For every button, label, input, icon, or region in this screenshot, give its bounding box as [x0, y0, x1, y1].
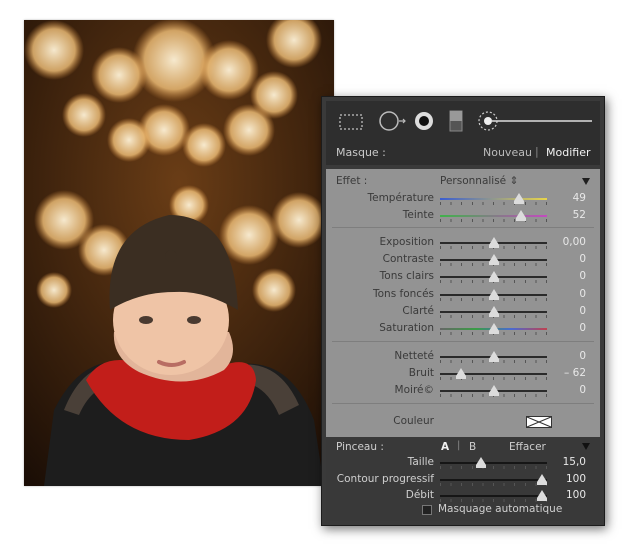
slider-label: Tons clairs [379, 270, 434, 283]
mask-label: Masque : [336, 146, 386, 159]
slider-track[interactable] [440, 288, 547, 301]
marquee-icon[interactable] [338, 113, 364, 131]
slider-thumb[interactable] [488, 305, 499, 317]
slider-track[interactable] [440, 385, 547, 397]
color-swatch-icon[interactable] [526, 416, 552, 428]
slider-row: Bruit – 62 [326, 366, 600, 382]
slider-thumb[interactable] [536, 473, 547, 485]
slider-thumb[interactable] [456, 368, 467, 379]
slider-label: Contour progressif [336, 472, 434, 485]
brush-b-button[interactable]: B [469, 441, 476, 453]
mask-bar: Masque : Nouveau | Modifier [326, 141, 600, 165]
slider-label: Clarté [402, 304, 434, 317]
slider-value[interactable]: 0 [579, 350, 586, 362]
slider-track[interactable] [440, 457, 547, 469]
slider-value[interactable]: 15,0 [563, 456, 586, 468]
slider-track[interactable] [440, 473, 547, 486]
slider-row: Contraste 0 [326, 252, 600, 268]
slider-row: Taille 15,0 [326, 455, 600, 471]
slider-thumb[interactable] [488, 323, 499, 334]
slider-thumb[interactable] [488, 351, 499, 362]
slider-label: Teinte [402, 209, 434, 221]
portrait-photo [24, 20, 334, 486]
slider-label: Tons foncés [373, 287, 434, 300]
red-eye-icon[interactable] [412, 110, 436, 132]
slider-track[interactable] [440, 368, 547, 380]
effect-preset-select[interactable]: Personnalisé ⇕ [440, 175, 518, 187]
slider-thumb[interactable] [536, 490, 547, 501]
brush-a-button[interactable]: A [441, 441, 449, 453]
slider-value[interactable]: 49 [573, 192, 586, 204]
slider-thumb[interactable] [488, 237, 499, 248]
slider-row: Clarté 0 [326, 304, 600, 320]
automask-checkbox[interactable] [422, 505, 432, 515]
slider-thumb[interactable] [488, 254, 499, 266]
slider-row: Débit 100 [326, 488, 600, 504]
tool-strip [326, 101, 600, 142]
collapse-brush-icon[interactable] [582, 443, 590, 450]
slider-label: Débit [405, 489, 434, 501]
slider-label: Bruit [408, 367, 434, 379]
brush-erase-button[interactable]: Effacer [509, 441, 546, 453]
adjustment-brush-icon[interactable] [476, 109, 596, 133]
slider-thumb[interactable] [514, 193, 525, 204]
new-mask-button[interactable]: Nouveau [483, 146, 532, 159]
slider-label: Moiré© [394, 384, 434, 396]
slider-row: Exposition 0,00 [326, 235, 600, 251]
slider-thumb[interactable] [488, 271, 499, 283]
slider-value[interactable]: 52 [573, 209, 586, 221]
slider-label: Exposition [379, 236, 434, 248]
slider-label: Netteté [394, 350, 434, 362]
slider-value[interactable]: 0 [579, 270, 586, 282]
slider-value[interactable]: 0 [579, 322, 586, 334]
slider-thumb[interactable] [516, 210, 527, 221]
slider-row: Netteté 0 [326, 349, 600, 365]
slider-row: Teinte 52 [326, 208, 600, 224]
slider-label: Température [367, 192, 434, 204]
slider-label: Contraste [382, 253, 434, 266]
slider-track[interactable] [440, 237, 547, 249]
spot-removal-icon[interactable] [378, 110, 408, 132]
slider-row: Moiré© 0 [326, 383, 600, 399]
slider-value[interactable]: 100 [566, 473, 586, 485]
slider-row: Tons foncés 0 [326, 287, 600, 303]
slider-thumb[interactable] [475, 457, 486, 468]
automask-label: Masquage automatique [438, 503, 563, 515]
slider-value[interactable]: 0 [579, 288, 586, 300]
slider-label: Taille [407, 456, 434, 468]
graduated-filter-icon[interactable] [448, 109, 464, 133]
slider-track[interactable] [440, 323, 547, 335]
slider-row: Contour progressif 100 [326, 472, 600, 488]
slider-value[interactable]: 0 [579, 305, 586, 317]
slider-thumb[interactable] [488, 288, 499, 300]
brush-section: Pinceau : A | B Effacer Taille 15,0 Contou… [326, 437, 600, 521]
collapse-effect-icon[interactable] [582, 178, 590, 185]
effect-label: Effet : [336, 175, 368, 187]
brush-label: Pinceau : [336, 441, 384, 453]
slider-track[interactable] [440, 271, 547, 284]
slider-value[interactable]: 0 [579, 384, 586, 396]
slider-value[interactable]: – 62 [564, 367, 586, 379]
effect-section: Effet : Personnalisé ⇕ Température 49 Tein… [326, 169, 600, 407]
adjustment-brush-panel: Masque : Nouveau | Modifier Effet : Pers… [321, 96, 605, 526]
slider-track[interactable] [440, 210, 547, 222]
slider-track[interactable] [440, 193, 547, 205]
slider-value[interactable]: 0 [579, 253, 586, 265]
slider-value[interactable]: 100 [566, 489, 586, 501]
color-label: Couleur [393, 415, 434, 427]
slider-row: Température 49 [326, 191, 600, 207]
color-row: Couleur [326, 407, 600, 437]
slider-thumb[interactable] [488, 385, 499, 396]
slider-track[interactable] [440, 490, 547, 502]
slider-track[interactable] [440, 351, 547, 363]
slider-track[interactable] [440, 305, 547, 318]
slider-label: Saturation [379, 322, 434, 334]
edit-mask-button[interactable]: Modifier [546, 146, 590, 159]
slider-value[interactable]: 0,00 [563, 236, 586, 248]
slider-row: Tons clairs 0 [326, 269, 600, 285]
slider-row: Saturation 0 [326, 321, 600, 337]
slider-track[interactable] [440, 254, 547, 267]
